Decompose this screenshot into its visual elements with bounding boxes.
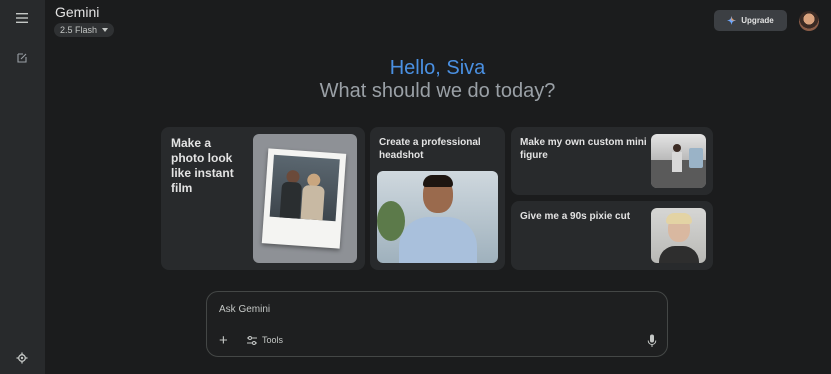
- card-label: Make a photo look like instant film: [171, 136, 234, 195]
- add-icon[interactable]: +: [219, 333, 228, 348]
- tools-icon: [247, 335, 257, 345]
- greeting-hello: Hello, Siva: [389, 57, 486, 79]
- upgrade-button[interactable]: Upgrade: [714, 10, 787, 31]
- upgrade-label: Upgrade: [741, 16, 774, 25]
- pixie-cut-image: [651, 208, 706, 263]
- suggestion-card-instant-film[interactable]: Make a photo look like instant film: [161, 127, 365, 270]
- app-title: Gemini: [55, 4, 100, 20]
- gear-icon[interactable]: [11, 347, 33, 369]
- model-selector[interactable]: 2.5 Flash: [54, 23, 115, 37]
- tools-button[interactable]: Tools: [247, 335, 283, 345]
- suggestion-card-headshot[interactable]: Create a professional headshot: [370, 127, 505, 270]
- instant-film-image: [253, 134, 357, 263]
- headshot-image: [377, 171, 498, 263]
- card-label: Give me a 90s pixie cut: [520, 211, 631, 222]
- card-label: Make my own custom mini figure: [520, 137, 647, 161]
- suggestion-card-pixie-cut[interactable]: Give me a 90s pixie cut: [511, 201, 713, 270]
- model-label: 2.5 Flash: [60, 25, 98, 35]
- sparkle-icon: [727, 16, 737, 25]
- tools-label: Tools: [262, 335, 284, 345]
- prompt-composer[interactable]: Ask Gemini + Tools: [206, 291, 668, 357]
- greeting-prompt: What should we do today?: [319, 80, 556, 102]
- avatar[interactable]: [799, 11, 819, 31]
- menu-icon[interactable]: [11, 7, 33, 29]
- mic-icon[interactable]: [647, 334, 657, 348]
- suggestion-card-mini-figure[interactable]: Make my own custom mini figure: [511, 127, 713, 195]
- chevron-down-icon: [102, 28, 109, 32]
- prompt-input[interactable]: Ask Gemini: [219, 304, 270, 315]
- mini-figure-image: [651, 134, 706, 188]
- card-label: Create a professional headshot: [379, 137, 481, 161]
